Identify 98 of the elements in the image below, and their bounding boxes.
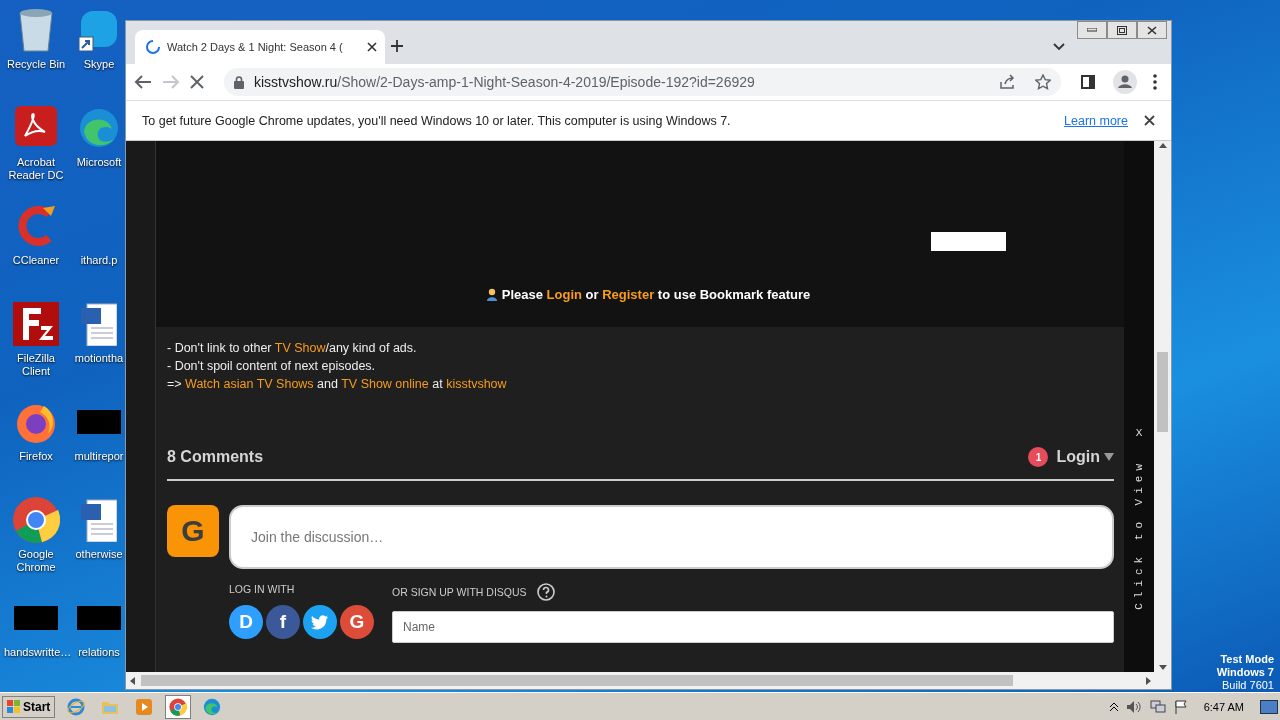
tray-expand-icon[interactable] bbox=[1109, 701, 1118, 712]
side-panel-icon[interactable] bbox=[1081, 75, 1095, 89]
desktop-icon-label[interactable]: otherwise bbox=[75, 548, 123, 561]
desktop-icon-label[interactable]: Microsoft bbox=[76, 156, 122, 169]
minimize-icon bbox=[1087, 28, 1097, 32]
chrome-icon bbox=[12, 496, 60, 544]
network-icon[interactable] bbox=[1149, 699, 1166, 714]
horizontal-scrollbar[interactable] bbox=[126, 672, 1171, 689]
desktop-icon-label[interactable]: Skype bbox=[83, 58, 115, 71]
signup-label: OR SIGN UP WITH DISQUS bbox=[392, 586, 527, 598]
skype-icon bbox=[79, 9, 119, 51]
profile-icon[interactable] bbox=[1113, 70, 1137, 94]
tab-list-chevron-icon[interactable] bbox=[1053, 43, 1065, 51]
desktop-icon-label[interactable]: handswritte… bbox=[4, 646, 68, 659]
scroll-up-icon[interactable] bbox=[1158, 143, 1167, 148]
comment-input[interactable]: Join the discussion… bbox=[229, 505, 1114, 569]
windows-logo-icon bbox=[7, 699, 21, 714]
chrome-icon bbox=[169, 697, 188, 716]
rule-line: - Don't spoil content of next episodes. bbox=[167, 358, 377, 375]
menu-icon[interactable] bbox=[1153, 74, 1157, 90]
user-icon bbox=[485, 287, 498, 302]
speaker-icon[interactable] bbox=[1125, 699, 1142, 714]
address-bar[interactable]: kisstvshow.ru/Show/2-Days-amp-1-Night-Season-4-2019/Episode-192?id=26929 bbox=[224, 68, 1061, 96]
start-button[interactable]: Start bbox=[2, 695, 56, 718]
document-icon bbox=[81, 302, 117, 346]
desktop-icon-label[interactable]: relations bbox=[78, 646, 120, 659]
ad-label[interactable]: Click to View bbox=[1133, 459, 1145, 610]
back-icon[interactable] bbox=[134, 74, 152, 90]
text-link[interactable]: Watch asian TV Shows bbox=[185, 377, 314, 391]
scrollbar-thumb[interactable] bbox=[141, 675, 1013, 686]
scroll-down-icon[interactable] bbox=[1158, 665, 1167, 670]
social-login-button[interactable] bbox=[303, 605, 337, 639]
scroll-left-icon[interactable] bbox=[130, 676, 135, 685]
rule-line: => Watch asian TV Shows and TV Show online at kisstvshow bbox=[167, 376, 508, 393]
desktop-icon-label[interactable]: Google Chrome bbox=[4, 548, 68, 574]
filezilla-icon bbox=[13, 302, 59, 346]
system-notice-text: Windows 7 bbox=[1216, 666, 1274, 679]
blacked-out-icon bbox=[77, 410, 121, 434]
edge-icon bbox=[203, 697, 222, 716]
clock-time[interactable]: 6:47 AM bbox=[1203, 700, 1244, 713]
desktop-icon-label[interactable]: Recycle Bin bbox=[6, 58, 66, 71]
close-tab-icon[interactable] bbox=[367, 42, 377, 52]
stop-loading-icon[interactable] bbox=[190, 75, 204, 89]
show-desktop-icon[interactable] bbox=[1260, 699, 1278, 714]
text-link[interactable]: TV Show bbox=[274, 341, 326, 355]
notification-badge: 1 bbox=[1028, 447, 1049, 467]
text-link[interactable]: Register bbox=[602, 287, 655, 302]
new-tab-icon[interactable] bbox=[390, 39, 404, 53]
bookmark-star-icon[interactable] bbox=[1035, 74, 1051, 90]
blacked-out-icon bbox=[14, 606, 58, 630]
login-button[interactable]: Login bbox=[1056, 448, 1114, 466]
taskbar-app-button[interactable] bbox=[165, 694, 192, 719]
help-icon bbox=[536, 583, 555, 601]
document-icon bbox=[81, 498, 117, 542]
bird-icon bbox=[311, 614, 329, 630]
user-avatar: G bbox=[167, 505, 219, 557]
social-login-button[interactable]: f bbox=[266, 605, 300, 639]
recycle-bin-icon bbox=[16, 7, 56, 53]
caret-icon bbox=[1104, 453, 1114, 461]
desktop-icon-label[interactable]: Acrobat Reader DC bbox=[4, 156, 68, 182]
url-text: kisstvshow.ru/Show/2-Days-amp-1-Night-Season-4-2019/Episode-192?id=26929 bbox=[254, 74, 756, 90]
share-icon[interactable] bbox=[999, 74, 1015, 90]
media-player-icon bbox=[136, 698, 153, 715]
text-link[interactable]: kisstvshow bbox=[446, 377, 507, 391]
edge-icon bbox=[78, 107, 120, 149]
system-notice-text: Build 7601 bbox=[1222, 679, 1274, 692]
lock-icon bbox=[234, 75, 244, 89]
browser-tab[interactable]: Watch 2 Days & 1 Night: Season 4 ( bbox=[135, 30, 385, 64]
internet-explorer-icon bbox=[67, 697, 86, 716]
desktop-icon-label[interactable]: FileZilla Client bbox=[4, 352, 68, 378]
close-icon bbox=[1147, 25, 1157, 35]
scroll-right-icon[interactable] bbox=[1146, 676, 1151, 685]
close-button[interactable] bbox=[1137, 21, 1167, 39]
rule-line: - Don't link to other TV Show/any kind of ads. bbox=[167, 340, 418, 357]
desktop-icon-label[interactable]: multirepor bbox=[74, 450, 124, 463]
text-link[interactable]: TV Show online bbox=[341, 377, 429, 391]
blacked-out-icon bbox=[77, 606, 121, 630]
restore-icon bbox=[1117, 25, 1127, 35]
ad-close-button[interactable]: X bbox=[1135, 427, 1143, 439]
name-field[interactable]: Name bbox=[392, 611, 1114, 643]
close-infobar-icon[interactable] bbox=[1144, 115, 1155, 126]
text-link[interactable]: Login bbox=[546, 287, 582, 302]
scrollbar-thumb[interactable] bbox=[1157, 352, 1168, 432]
tab-title: Watch 2 Days & 1 Night: Season 4 ( bbox=[167, 41, 344, 53]
desktop-icon-label[interactable]: motiontha bbox=[74, 352, 124, 365]
system-notice-text: Test Mode bbox=[1220, 653, 1274, 666]
restore-button[interactable] bbox=[1107, 21, 1137, 39]
bookmark-notice: Please Login or Register to use Bookmark feature bbox=[501, 287, 811, 302]
desktop-icon-label[interactable]: CCleaner bbox=[12, 254, 60, 267]
desktop-icon-label[interactable]: ithard.p bbox=[80, 254, 118, 267]
login-with-label: LOG IN WITH bbox=[229, 583, 296, 595]
comment-count: 8 Comments bbox=[167, 448, 264, 466]
social-login-button[interactable]: G bbox=[340, 605, 374, 639]
vertical-scrollbar[interactable] bbox=[1154, 141, 1171, 672]
desktop-icon-label[interactable]: Firefox bbox=[19, 450, 53, 463]
update-notice: To get future Google Chrome updates, you'll need Windows 10 or later. This computer is using Windows 7. bbox=[142, 113, 732, 128]
learn-more-link[interactable]: Learn more bbox=[1064, 113, 1128, 128]
flag-icon[interactable] bbox=[1173, 699, 1188, 714]
